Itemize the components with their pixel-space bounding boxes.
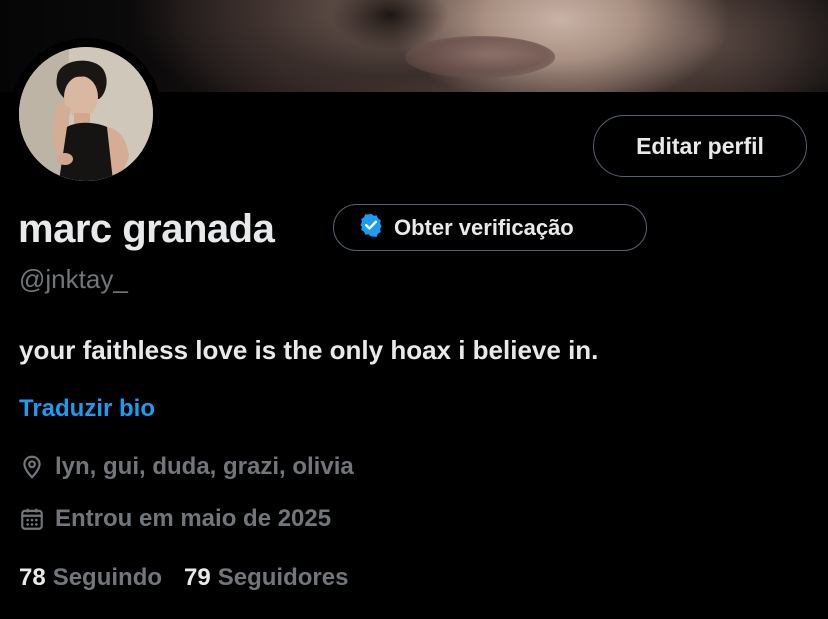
join-date-text: Entrou em maio de 2025: [55, 505, 332, 532]
following-count: 78: [19, 564, 46, 591]
followers-label: Seguidores: [217, 564, 349, 591]
profile-join-date: Entrou em maio de 2025: [19, 503, 331, 535]
calendar-icon: [19, 506, 45, 532]
get-verified-label: Obter verificação: [394, 214, 574, 240]
verified-badge-icon: [358, 212, 384, 243]
get-verified-button[interactable]: Obter verificação: [333, 204, 647, 251]
location-pin-icon: [19, 454, 45, 480]
follow-stats: 78 Seguindo 79 Seguidores: [19, 562, 348, 594]
display-name: marc granada: [18, 207, 275, 251]
banner-detail: [405, 36, 555, 78]
username-handle: @jnktay_: [19, 264, 128, 294]
avatar[interactable]: [19, 47, 153, 181]
location-text: lyn, gui, duda, grazi, olivia: [55, 453, 354, 480]
profile-bio: your faithless love is the only hoax i b…: [19, 335, 599, 365]
avatar-photo: [19, 47, 153, 181]
profile-location: lyn, gui, duda, grazi, olivia: [19, 451, 354, 483]
translate-bio-link[interactable]: Traduzir bio: [19, 393, 155, 425]
edit-profile-button[interactable]: Editar perfil: [593, 115, 807, 177]
following-link[interactable]: 78 Seguindo: [19, 562, 162, 594]
following-label: Seguindo: [52, 564, 163, 591]
followers-link[interactable]: 79 Seguidores: [184, 562, 348, 594]
followers-count: 79: [184, 564, 211, 591]
